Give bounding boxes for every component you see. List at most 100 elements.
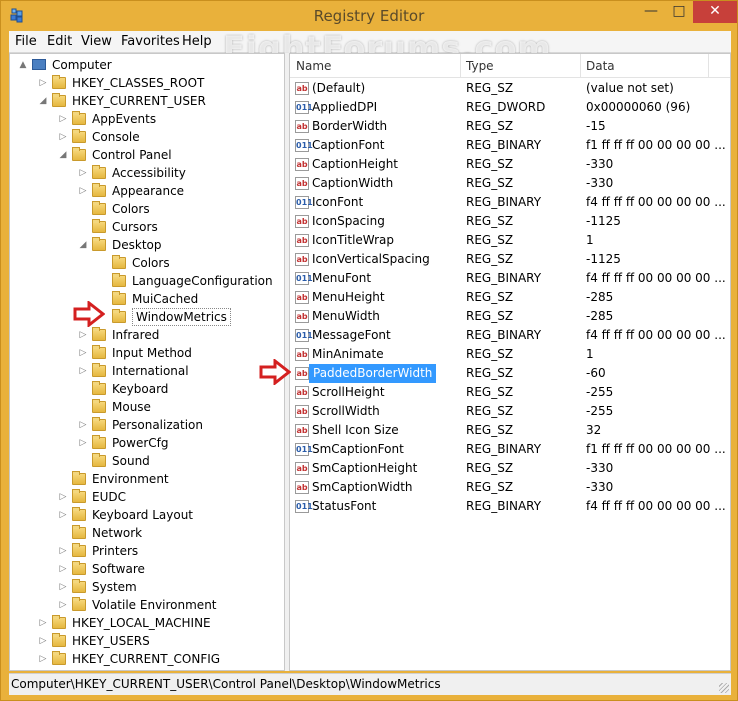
- list-row[interactable]: ab ScrollWidth REG_SZ -255: [290, 402, 730, 421]
- list-row[interactable]: 011 AppliedDPI REG_DWORD 0x00000060 (96): [290, 98, 730, 117]
- tree-item[interactable]: ▷ HKEY_USERS: [10, 632, 284, 650]
- menu-edit[interactable]: Edit: [47, 34, 72, 49]
- expand-arrow-icon[interactable]: ▷: [58, 542, 68, 560]
- expand-arrow-icon[interactable]: ▷: [58, 578, 68, 596]
- expand-arrow-icon[interactable]: ▷: [58, 560, 68, 578]
- expand-arrow-icon[interactable]: ▷: [58, 128, 68, 146]
- tree-item[interactable]: ◢ Desktop: [10, 236, 284, 254]
- list-row[interactable]: ab PaddedBorderWidth REG_SZ -60: [290, 364, 730, 383]
- column-divider[interactable]: [580, 54, 581, 78]
- tree-item[interactable]: ▷ Keyboard Layout: [10, 506, 284, 524]
- tree-item[interactable]: ▷ AppEvents: [10, 110, 284, 128]
- tree-item[interactable]: ▷ System: [10, 578, 284, 596]
- menu-help[interactable]: Help: [182, 34, 212, 49]
- menu-view[interactable]: View: [81, 34, 112, 49]
- expand-arrow-icon[interactable]: ▷: [38, 74, 48, 92]
- tree-item[interactable]: ◢ Control Panel: [10, 146, 284, 164]
- tree-item[interactable]: MuiCached: [10, 290, 284, 308]
- expand-arrow-icon[interactable]: ▷: [38, 650, 48, 668]
- collapse-arrow-icon[interactable]: ▲: [18, 56, 28, 74]
- expand-arrow-icon[interactable]: ▷: [78, 182, 88, 200]
- list-row[interactable]: ab BorderWidth REG_SZ -15: [290, 117, 730, 136]
- list-row[interactable]: 011 MessageFont REG_BINARY f4 ff ff ff 00 0…: [290, 326, 730, 345]
- column-header-data[interactable]: Data: [586, 59, 615, 73]
- tree-item[interactable]: Sound: [10, 452, 284, 470]
- expand-arrow-icon[interactable]: ▷: [58, 596, 68, 614]
- tree-item[interactable]: WindowMetrics: [10, 308, 284, 326]
- resize-grip-icon[interactable]: [719, 683, 729, 693]
- list-row[interactable]: ab IconTitleWrap REG_SZ 1: [290, 231, 730, 250]
- list-row[interactable]: 011 IconFont REG_BINARY f4 ff ff ff 00 00 0…: [290, 193, 730, 212]
- expand-arrow-icon[interactable]: ▷: [58, 488, 68, 506]
- tree-item[interactable]: ▷ Software: [10, 560, 284, 578]
- list-row[interactable]: ab IconVerticalSpacing REG_SZ -1125: [290, 250, 730, 269]
- list-row[interactable]: 011 SmCaptionFont REG_BINARY f1 ff ff ff 00…: [290, 440, 730, 459]
- list-row[interactable]: ab ScrollHeight REG_SZ -255: [290, 383, 730, 402]
- tree-item[interactable]: Mouse: [10, 398, 284, 416]
- column-header-name[interactable]: Name: [296, 59, 331, 73]
- column-header-type[interactable]: Type: [466, 59, 494, 73]
- menu-favorites[interactable]: Favorites: [121, 34, 180, 49]
- list-row[interactable]: ab IconSpacing REG_SZ -1125: [290, 212, 730, 231]
- tree-item[interactable]: ▷ EUDC: [10, 488, 284, 506]
- expand-arrow-icon[interactable]: ▷: [38, 614, 48, 632]
- expand-arrow-icon[interactable]: ▷: [78, 434, 88, 452]
- list-row[interactable]: ab CaptionWidth REG_SZ -330: [290, 174, 730, 193]
- list-row[interactable]: ab SmCaptionHeight REG_SZ -330: [290, 459, 730, 478]
- list-row[interactable]: ab Shell Icon Size REG_SZ 32: [290, 421, 730, 440]
- tree-item[interactable]: Colors: [10, 200, 284, 218]
- collapse-arrow-icon[interactable]: ◢: [78, 236, 88, 254]
- list-row[interactable]: 011 CaptionFont REG_BINARY f1 ff ff ff 00 0…: [290, 136, 730, 155]
- registry-key-tree[interactable]: ▲ Computer ▷ HKEY_CLASSES_ROOT ◢ HKEY_CURRENT…: [9, 53, 285, 671]
- tree-item[interactable]: LanguageConfiguration: [10, 272, 284, 290]
- tree-item[interactable]: ▷ PowerCfg: [10, 434, 284, 452]
- column-divider[interactable]: [708, 54, 709, 78]
- title-bar[interactable]: Registry Editor — □ ✕: [1, 1, 737, 31]
- tree-item[interactable]: Network: [10, 524, 284, 542]
- collapse-arrow-icon[interactable]: ◢: [58, 146, 68, 164]
- list-row[interactable]: ab MinAnimate REG_SZ 1: [290, 345, 730, 364]
- tree-item-label: Keyboard Layout: [92, 508, 194, 522]
- list-row[interactable]: ab SmCaptionWidth REG_SZ -330: [290, 478, 730, 497]
- tree-item[interactable]: ◢ HKEY_CURRENT_USER: [10, 92, 284, 110]
- menu-file[interactable]: File: [15, 34, 37, 49]
- list-row[interactable]: ab CaptionHeight REG_SZ -330: [290, 155, 730, 174]
- tree-item[interactable]: ▷ Console: [10, 128, 284, 146]
- tree-item[interactable]: ▷ HKEY_CURRENT_CONFIG: [10, 650, 284, 668]
- expand-arrow-icon[interactable]: ▷: [78, 326, 88, 344]
- tree-item[interactable]: ▷ HKEY_CLASSES_ROOT: [10, 74, 284, 92]
- collapse-arrow-icon[interactable]: ◢: [38, 92, 48, 110]
- tree-item[interactable]: ▷ Input Method: [10, 344, 284, 362]
- expand-arrow-icon[interactable]: ▷: [58, 110, 68, 128]
- value-data: 1: [586, 233, 594, 247]
- tree-item[interactable]: ▷ International: [10, 362, 284, 380]
- tree-item[interactable]: ▷ Appearance: [10, 182, 284, 200]
- expand-arrow-icon[interactable]: ▷: [58, 506, 68, 524]
- expand-arrow-icon[interactable]: ▷: [78, 362, 88, 380]
- tree-item[interactable]: ▷ Infrared: [10, 326, 284, 344]
- list-row[interactable]: ab MenuHeight REG_SZ -285: [290, 288, 730, 307]
- list-row[interactable]: ab MenuWidth REG_SZ -285: [290, 307, 730, 326]
- tree-item[interactable]: Keyboard: [10, 380, 284, 398]
- tree-item[interactable]: ▷ Volatile Environment: [10, 596, 284, 614]
- tree-item[interactable]: ▷ HKEY_LOCAL_MACHINE: [10, 614, 284, 632]
- expand-arrow-icon[interactable]: ▷: [78, 416, 88, 434]
- registry-values-list[interactable]: Name Type Data ab (Default) REG_SZ (value n…: [289, 53, 731, 671]
- list-row[interactable]: 011 MenuFont REG_BINARY f4 ff ff ff 00 00 0…: [290, 269, 730, 288]
- list-row[interactable]: 011 StatusFont REG_BINARY f4 ff ff ff 00 00…: [290, 497, 730, 516]
- column-divider[interactable]: [460, 54, 461, 78]
- maximize-button[interactable]: □: [665, 1, 693, 23]
- minimize-button[interactable]: —: [637, 1, 665, 23]
- tree-item[interactable]: ▲ Computer: [10, 56, 284, 74]
- close-button[interactable]: ✕: [693, 1, 737, 23]
- expand-arrow-icon[interactable]: ▷: [78, 344, 88, 362]
- tree-item[interactable]: Environment: [10, 470, 284, 488]
- tree-item[interactable]: Colors: [10, 254, 284, 272]
- tree-item[interactable]: ▷ Accessibility: [10, 164, 284, 182]
- tree-item[interactable]: ▷ Printers: [10, 542, 284, 560]
- tree-item[interactable]: ▷ Personalization: [10, 416, 284, 434]
- tree-item[interactable]: Cursors: [10, 218, 284, 236]
- list-row[interactable]: ab (Default) REG_SZ (value not set): [290, 79, 730, 98]
- expand-arrow-icon[interactable]: ▷: [38, 632, 48, 650]
- expand-arrow-icon[interactable]: ▷: [78, 164, 88, 182]
